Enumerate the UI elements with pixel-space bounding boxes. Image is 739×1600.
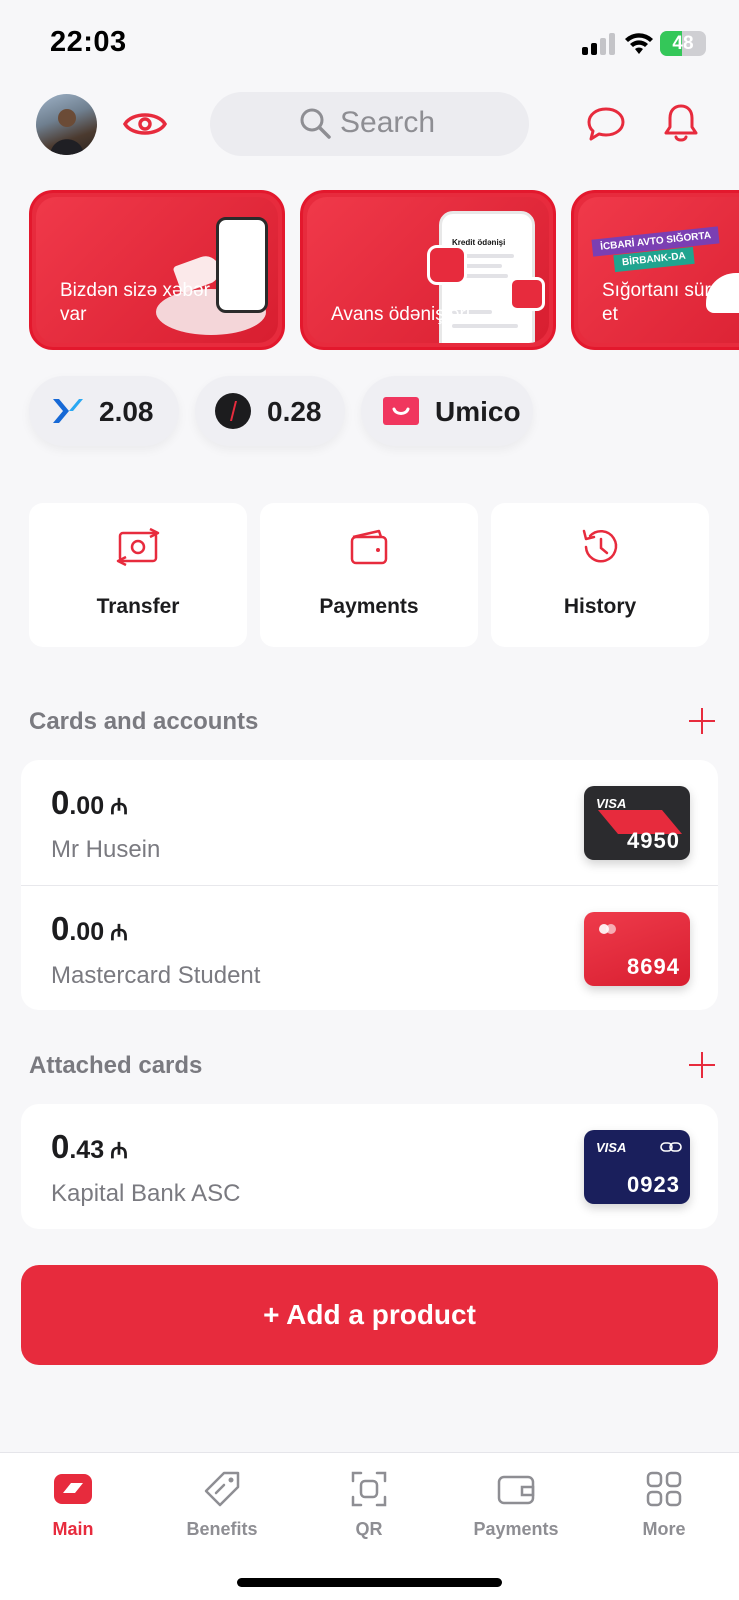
history-label: History: [563, 595, 637, 618]
card-thumbnail: VISA 0923: [584, 1130, 690, 1204]
tab-main[interactable]: Main: [13, 1453, 133, 1553]
promo-carousel[interactable]: Bizdən sizə xəbər var Kredit ödənişi Ava…: [0, 190, 739, 352]
eye-icon[interactable]: [122, 106, 168, 142]
history-button[interactable]: History: [491, 503, 709, 647]
tab-label: QR: [355, 1519, 383, 1539]
tag-icon: [204, 1471, 240, 1507]
home-indicator: [237, 1578, 502, 1587]
attached-cards-list: 0.43 ₼ Kapital Bank ASC VISA 0923: [21, 1104, 718, 1229]
account-row[interactable]: 0.43 ₼ Kapital Bank ASC VISA 0923: [21, 1104, 718, 1229]
add-product-button[interactable]: + Add a product: [21, 1265, 718, 1365]
battery-percent: 48: [672, 33, 694, 54]
card-last4: 8694: [627, 954, 680, 979]
miles-chip[interactable]: 0.28: [195, 376, 345, 446]
account-name: Mastercard Student: [51, 962, 261, 989]
top-bar: Search: [0, 92, 739, 158]
attach-card-plus-icon[interactable]: [685, 1048, 719, 1082]
bell-icon[interactable]: [662, 102, 700, 144]
search-icon: [300, 108, 331, 139]
tab-label: More: [642, 1519, 686, 1539]
cards-section-header: Cards and accounts: [29, 704, 719, 740]
add-card-plus-icon[interactable]: [685, 704, 719, 738]
card-last4: 0923: [627, 1172, 680, 1197]
tab-payments[interactable]: Payments: [456, 1453, 576, 1553]
home-icon: [54, 1474, 92, 1504]
promo-banner-news[interactable]: Bizdən sizə xəbər var: [29, 190, 285, 350]
tab-label: Benefits: [186, 1519, 258, 1539]
account-balance: 0.43 ₼: [51, 1128, 128, 1165]
tab-more[interactable]: More: [604, 1453, 724, 1553]
wallet-icon: [497, 1475, 535, 1505]
quick-actions: Transfer Payments History: [0, 503, 739, 647]
wallet-icon: [350, 529, 388, 565]
battery-indicator: 48: [660, 31, 706, 56]
birbank-logo-icon: [427, 245, 467, 285]
miles-icon: [215, 393, 251, 429]
account-row[interactable]: 0.00 ₼ Mastercard Student 8694: [21, 885, 718, 1010]
card-thumbnail: VISA 4950: [584, 786, 690, 860]
section-title: Attached cards: [29, 1052, 203, 1079]
account-row[interactable]: 0.00 ₼ Mr Husein VISA 4950: [21, 760, 718, 885]
card-brand: VISA: [596, 1140, 627, 1155]
phone-graphic: [216, 217, 268, 313]
cash-icon: [509, 277, 545, 311]
account-name: Mr Husein: [51, 836, 161, 863]
qr-scan-icon: [351, 1471, 387, 1507]
tab-label: Main: [52, 1519, 94, 1539]
attached-section-header: Attached cards: [29, 1048, 719, 1084]
cashback-value: 2.08: [99, 396, 154, 427]
accounts-list: 0.00 ₼ Mr Husein VISA 4950 0.00 ₼ Masterca…: [21, 760, 718, 1010]
card-thumbnail: 8694: [584, 912, 690, 986]
cashback-chip[interactable]: 2.08: [29, 376, 179, 446]
transfer-icon: [116, 527, 160, 567]
miles-value: 0.28: [267, 396, 322, 427]
transfer-button[interactable]: Transfer: [29, 503, 247, 647]
promo-banner-insurance[interactable]: İCBARİ AVTO SIĞORTA BİRBANK-DA Sığortanı…: [571, 190, 739, 350]
card-last4: 4950: [627, 828, 680, 853]
search-placeholder: Search: [340, 106, 436, 139]
bonus-chips: 2.08 0.28 Umico: [0, 376, 739, 446]
avatar[interactable]: [36, 94, 97, 155]
grid-icon: [646, 1471, 682, 1507]
avatar-photo: [50, 109, 84, 155]
promo-banner-advance[interactable]: Kredit ödənişi Avans ödənişləri: [300, 190, 556, 350]
status-bar: 22:03 48: [0, 0, 739, 80]
payments-label: Payments: [319, 595, 419, 618]
banner-title: Avans ödənişləri: [331, 304, 471, 325]
chat-icon[interactable]: [586, 104, 626, 144]
status-time: 22:03: [50, 26, 127, 58]
section-title: Cards and accounts: [29, 708, 259, 735]
payments-button[interactable]: Payments: [260, 503, 478, 647]
tab-label: Payments: [473, 1519, 559, 1539]
wifi-icon: [625, 33, 653, 54]
link-icon: [660, 1142, 682, 1152]
cashback-icon: [53, 399, 83, 423]
account-balance: 0.00 ₼: [51, 910, 128, 947]
history-icon: [582, 529, 618, 563]
search-input[interactable]: Search: [210, 92, 529, 156]
transfer-label: Transfer: [96, 595, 180, 618]
account-balance: 0.00 ₼: [51, 784, 128, 821]
banner-title: Bizdən sizə xəbər var: [60, 280, 210, 325]
cellular-signal-icon: [582, 33, 618, 55]
banner-title: Sığortanı sürətlə et: [602, 280, 739, 325]
umico-label: Umico: [435, 396, 521, 427]
umico-icon: [383, 397, 419, 425]
tab-benefits[interactable]: Benefits: [162, 1453, 282, 1553]
account-name: Kapital Bank ASC: [51, 1180, 241, 1207]
card-brand: VISA: [596, 796, 627, 811]
umico-chip[interactable]: Umico: [361, 376, 533, 446]
tab-qr[interactable]: QR: [309, 1453, 429, 1553]
